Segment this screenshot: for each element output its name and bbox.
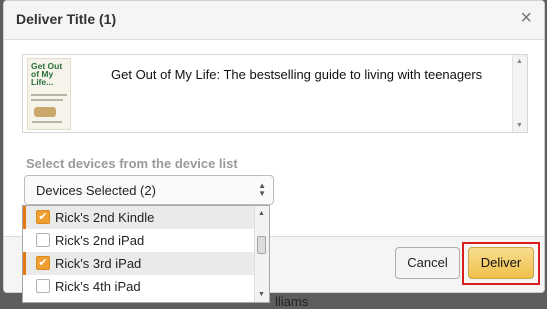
checkbox-checked[interactable]: ✔ [36, 256, 50, 270]
cover-line [31, 99, 63, 101]
device-item-rick-4th-ipad[interactable]: Rick's 4th iPad [23, 275, 255, 298]
checkbox-unchecked[interactable] [36, 279, 50, 293]
device-item-rick-2nd-kindle[interactable]: ✔ Rick's 2nd Kindle [23, 206, 255, 229]
device-select-label: Select devices from the device list [26, 156, 238, 171]
scroll-up-icon[interactable]: ▲ [516, 58, 523, 65]
device-list[interactable]: ✔ Rick's 2nd Kindle Rick's 2nd iPad ✔ Ri… [22, 205, 270, 303]
scroll-down-icon[interactable]: ▼ [258, 291, 265, 298]
scroll-down-icon[interactable]: ▼ [516, 122, 523, 129]
device-item-rick-2nd-ipad[interactable]: Rick's 2nd iPad [23, 229, 255, 252]
dialog-header: Deliver Title (1) × [4, 1, 544, 40]
cover-line [32, 121, 62, 123]
device-label: Rick's 2nd iPad [55, 233, 145, 248]
book-panel: Get Out of My Life... Get Out of My Life… [22, 54, 528, 133]
deliver-button[interactable]: Deliver [468, 247, 534, 279]
device-select-value: Devices Selected (2) [36, 183, 156, 198]
background-text: lliams [275, 294, 309, 309]
cancel-button[interactable]: Cancel [395, 247, 460, 279]
device-item-rick-3rd-ipad[interactable]: ✔ Rick's 3rd iPad [23, 252, 255, 275]
cover-title: Get Out of My Life... [31, 61, 63, 87]
device-label: Rick's 3rd iPad [55, 256, 142, 271]
device-label: Rick's 2nd Kindle [55, 210, 155, 225]
scroll-thumb[interactable] [257, 236, 266, 254]
sort-arrows-icon: ▲ ▼ [258, 181, 266, 198]
book-title: Get Out of My Life: The bestselling guid… [111, 67, 483, 82]
device-list-scrollbar[interactable]: ▲ ▼ [254, 206, 269, 302]
device-select-dropdown[interactable]: Devices Selected (2) ▲ ▼ [24, 175, 274, 205]
scroll-up-icon[interactable]: ▲ [258, 210, 265, 217]
book-panel-scrollbar[interactable]: ▲ ▼ [512, 55, 527, 132]
close-icon[interactable]: × [520, 8, 532, 28]
device-label: Rick's 4th iPad [55, 279, 141, 294]
dialog-title: Deliver Title (1) [16, 11, 117, 27]
book-cover-image: Get Out of My Life... [27, 58, 71, 130]
checkbox-checked[interactable]: ✔ [36, 210, 50, 224]
checkbox-unchecked[interactable] [36, 233, 50, 247]
cover-line [31, 94, 67, 96]
cover-illustration [34, 107, 56, 117]
